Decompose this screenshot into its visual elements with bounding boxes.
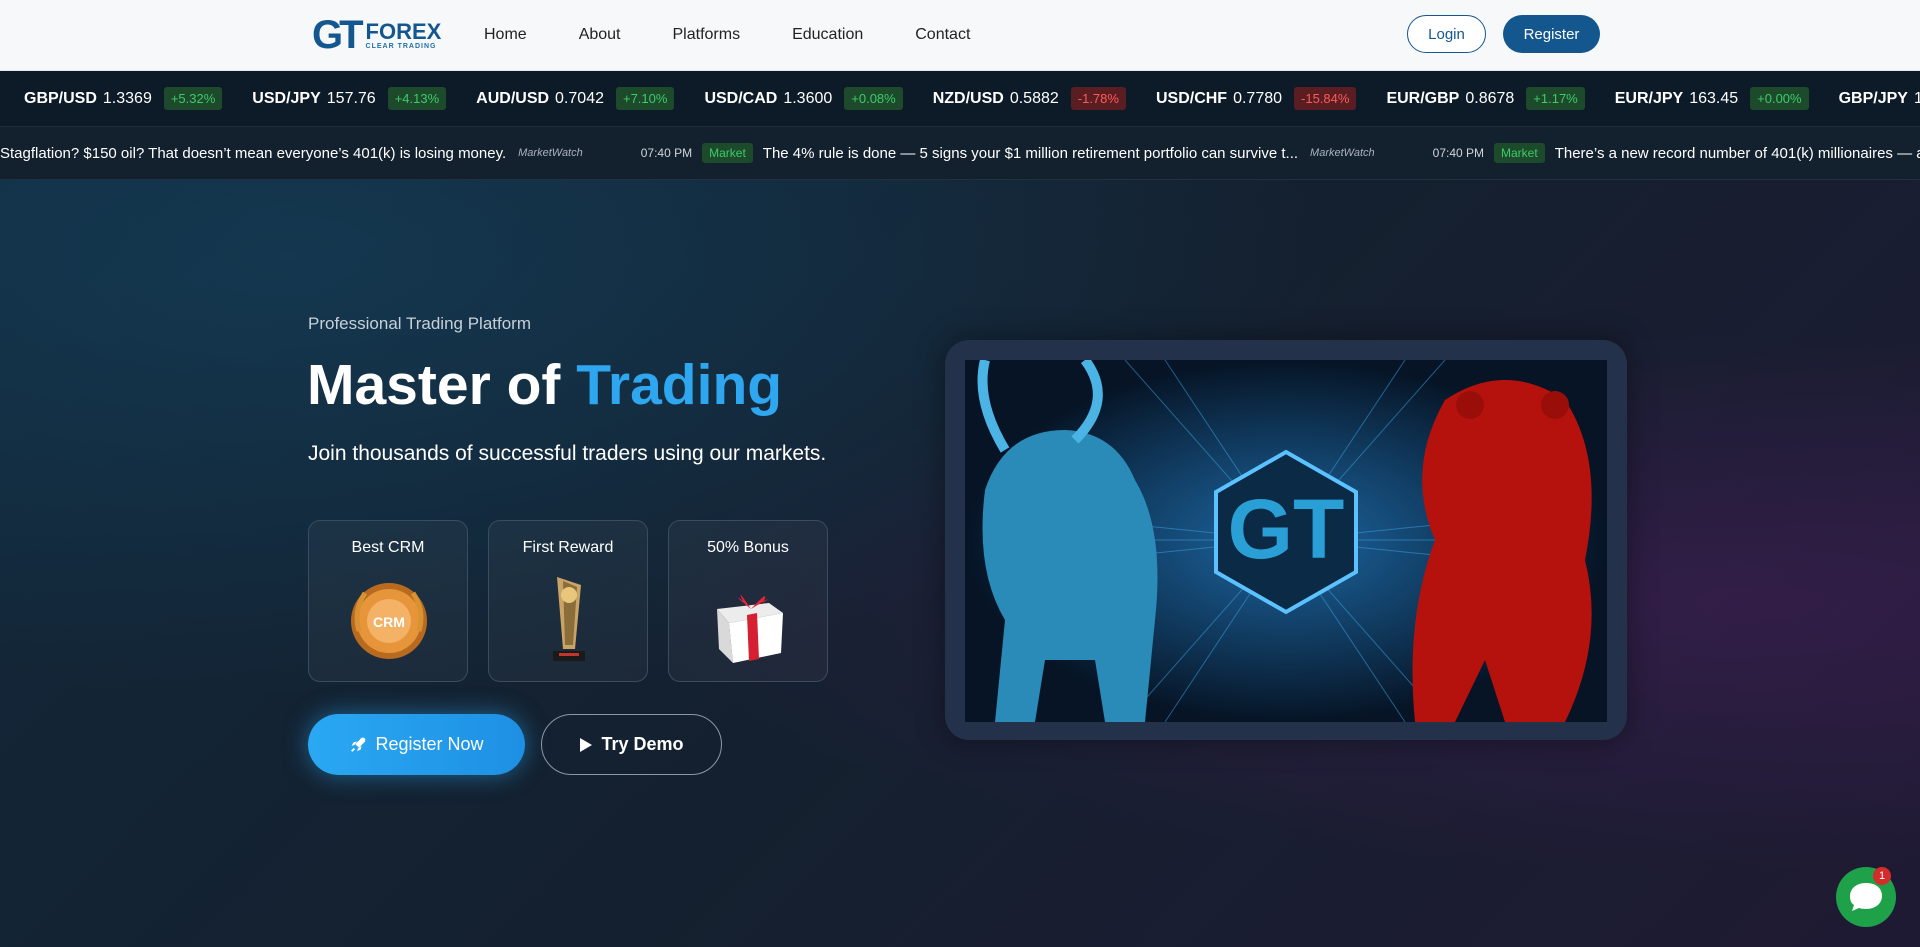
- badge-first-reward: First Reward: [488, 520, 648, 682]
- image-logo-text: GT: [1228, 482, 1345, 576]
- brand-logo[interactable]: GT FOREX CLEAR TRADING: [312, 13, 442, 57]
- ticker-change: +1.17%: [1526, 87, 1585, 110]
- ticker-price: 157.76: [326, 89, 376, 107]
- ticker-item: EUR/JPY 163.45 +0.00%: [1615, 87, 1809, 110]
- price-ticker: GBP/USD 1.3369 +5.32% USD/JPY 157.76 +4.13% AU…: [0, 71, 1920, 127]
- ticker-price: 1.3600: [783, 89, 833, 107]
- bull-vs-bear-illustration: GT: [965, 360, 1607, 722]
- badge-label: First Reward: [522, 539, 614, 556]
- ticker-change: +4.13%: [387, 87, 447, 110]
- nav-link-contact[interactable]: Contact: [915, 26, 970, 44]
- try-demo-label: Try Demo: [601, 734, 684, 754]
- news-tag: Market: [702, 143, 753, 163]
- register-now-label: Register Now: [375, 734, 484, 754]
- ticker-symbol: GBP/USD: [24, 89, 97, 107]
- ticker-price: 0.8678: [1465, 89, 1515, 107]
- register-now-button[interactable]: Register Now: [308, 714, 525, 775]
- play-icon: [580, 737, 593, 752]
- news-title: The 4% rule is done — 5 signs your $1 mi…: [762, 144, 1299, 162]
- news-tag: Market: [1494, 143, 1545, 163]
- hero-image-frame: GT: [945, 340, 1627, 740]
- ticker-symbol: USD/JPY: [252, 89, 321, 107]
- ticker-symbol: EUR/GBP: [1386, 89, 1460, 107]
- hero-subtitle: Join thousands of successful traders usi…: [308, 442, 827, 465]
- news-title: Stagflation? $150 oil? That doesn’t mean…: [0, 144, 507, 162]
- ticker-item: USD/JPY 157.76 +4.13%: [252, 87, 447, 110]
- login-button[interactable]: Login: [1407, 15, 1486, 53]
- news-item[interactable]: 07:40 PM Market The 4% rule is done — 5 si…: [641, 143, 1415, 163]
- badge-label: 50% Bonus: [707, 539, 789, 556]
- nav-link-platforms[interactable]: Platforms: [673, 26, 741, 44]
- news-source: MarketWatch: [518, 147, 583, 159]
- ticker-row: GBP/USD 1.3369 +5.32% USD/JPY 157.76 +4.13% AU…: [24, 71, 1920, 126]
- logo-mark: GT: [312, 13, 364, 57]
- svg-text:CRM: CRM: [373, 614, 405, 630]
- ticker-symbol: EUR/JPY: [1614, 89, 1684, 107]
- nav-link-home[interactable]: Home: [484, 26, 527, 44]
- hero-section: Professional Trading Platform Master of …: [0, 180, 1920, 947]
- news-ticker: Stagflation? $150 oil? That doesn’t mean…: [0, 127, 1920, 180]
- news-time: 07:40 PM: [1432, 146, 1485, 160]
- gift-box-icon: [717, 594, 783, 663]
- ticker-price: 163.45: [1689, 89, 1739, 107]
- ticker-item: AUD/USD 0.7042 +7.10%: [476, 87, 675, 110]
- ticker-symbol: GBP/JPY: [1838, 89, 1908, 107]
- ticker-change: +5.32%: [163, 87, 223, 110]
- ticker-change: +0.00%: [1750, 87, 1809, 110]
- badge-best-crm: Best CRM CRM: [308, 520, 468, 682]
- ticker-item: GBP/USD 1.3369 +5.32%: [24, 87, 223, 110]
- ticker-change: -15.84%: [1294, 87, 1357, 110]
- ticker-change: +7.10%: [615, 87, 675, 110]
- ticker-item: EUR/GBP 0.8678 +1.17%: [1386, 87, 1585, 110]
- news-title: There’s a new record number of 401(k) mi…: [1554, 144, 1920, 162]
- chat-unread-badge: 1: [1873, 867, 1891, 885]
- news-row: Stagflation? $150 oil? That doesn’t mean…: [0, 127, 1920, 179]
- ticker-item: USD/CHF 0.7780 -15.84%: [1155, 87, 1357, 110]
- try-demo-button[interactable]: Try Demo: [541, 714, 722, 775]
- ticker-symbol: USD/CHF: [1155, 89, 1228, 107]
- ticker-price: 0.5882: [1009, 89, 1059, 107]
- rocket-icon: [351, 737, 366, 752]
- logo-name: FOREX: [365, 18, 442, 44]
- ticker-price: 1.3369: [102, 89, 152, 107]
- ticker-symbol: AUD/USD: [476, 89, 550, 107]
- ticker-item: NZD/USD 0.5882 -1.78%: [933, 87, 1126, 110]
- news-item[interactable]: Stagflation? $150 oil? That doesn’t mean…: [0, 145, 623, 162]
- nav-links: Home About Platforms Education Contact: [484, 0, 1022, 70]
- badge-50-bonus: 50% Bonus: [668, 520, 828, 682]
- hero-kicker: Professional Trading Platform: [308, 314, 531, 333]
- news-time: 07:40 PM: [640, 146, 693, 160]
- ticker-price: 0.7042: [555, 89, 604, 107]
- news-source: MarketWatch: [1310, 147, 1375, 159]
- ticker-symbol: USD/CAD: [704, 89, 778, 107]
- ticker-item: USD/CAD 1.3600 +0.08%: [704, 87, 903, 110]
- ticker-price: 1: [1914, 90, 1920, 108]
- ticker-change: -1.78%: [1070, 87, 1126, 110]
- ticker-symbol: NZD/USD: [932, 89, 1004, 107]
- logo-text: FOREX CLEAR TRADING: [365, 18, 442, 50]
- laurel-medal-icon: CRM: [351, 583, 427, 659]
- news-item[interactable]: 07:40 PM Market There’s a new record numbe…: [1433, 143, 1920, 163]
- register-button[interactable]: Register: [1503, 15, 1600, 53]
- logo-tagline: CLEAR TRADING: [365, 42, 437, 50]
- nav-link-about[interactable]: About: [579, 26, 621, 44]
- hero-title: Master of Trading: [307, 352, 782, 418]
- hero-title-main: Master of: [307, 353, 577, 417]
- nav-link-education[interactable]: Education: [792, 26, 863, 44]
- ticker-change: +0.08%: [844, 87, 903, 110]
- top-navbar: GT FOREX CLEAR TRADING Home About Platfo…: [0, 0, 1920, 71]
- badge-label: Best CRM: [351, 539, 425, 556]
- ticker-price: 0.7780: [1233, 89, 1283, 107]
- hero-title-accent: Trading: [576, 353, 783, 417]
- ticker-item: GBP/JPY 1: [1839, 90, 1920, 108]
- trophy-icon: [553, 577, 585, 661]
